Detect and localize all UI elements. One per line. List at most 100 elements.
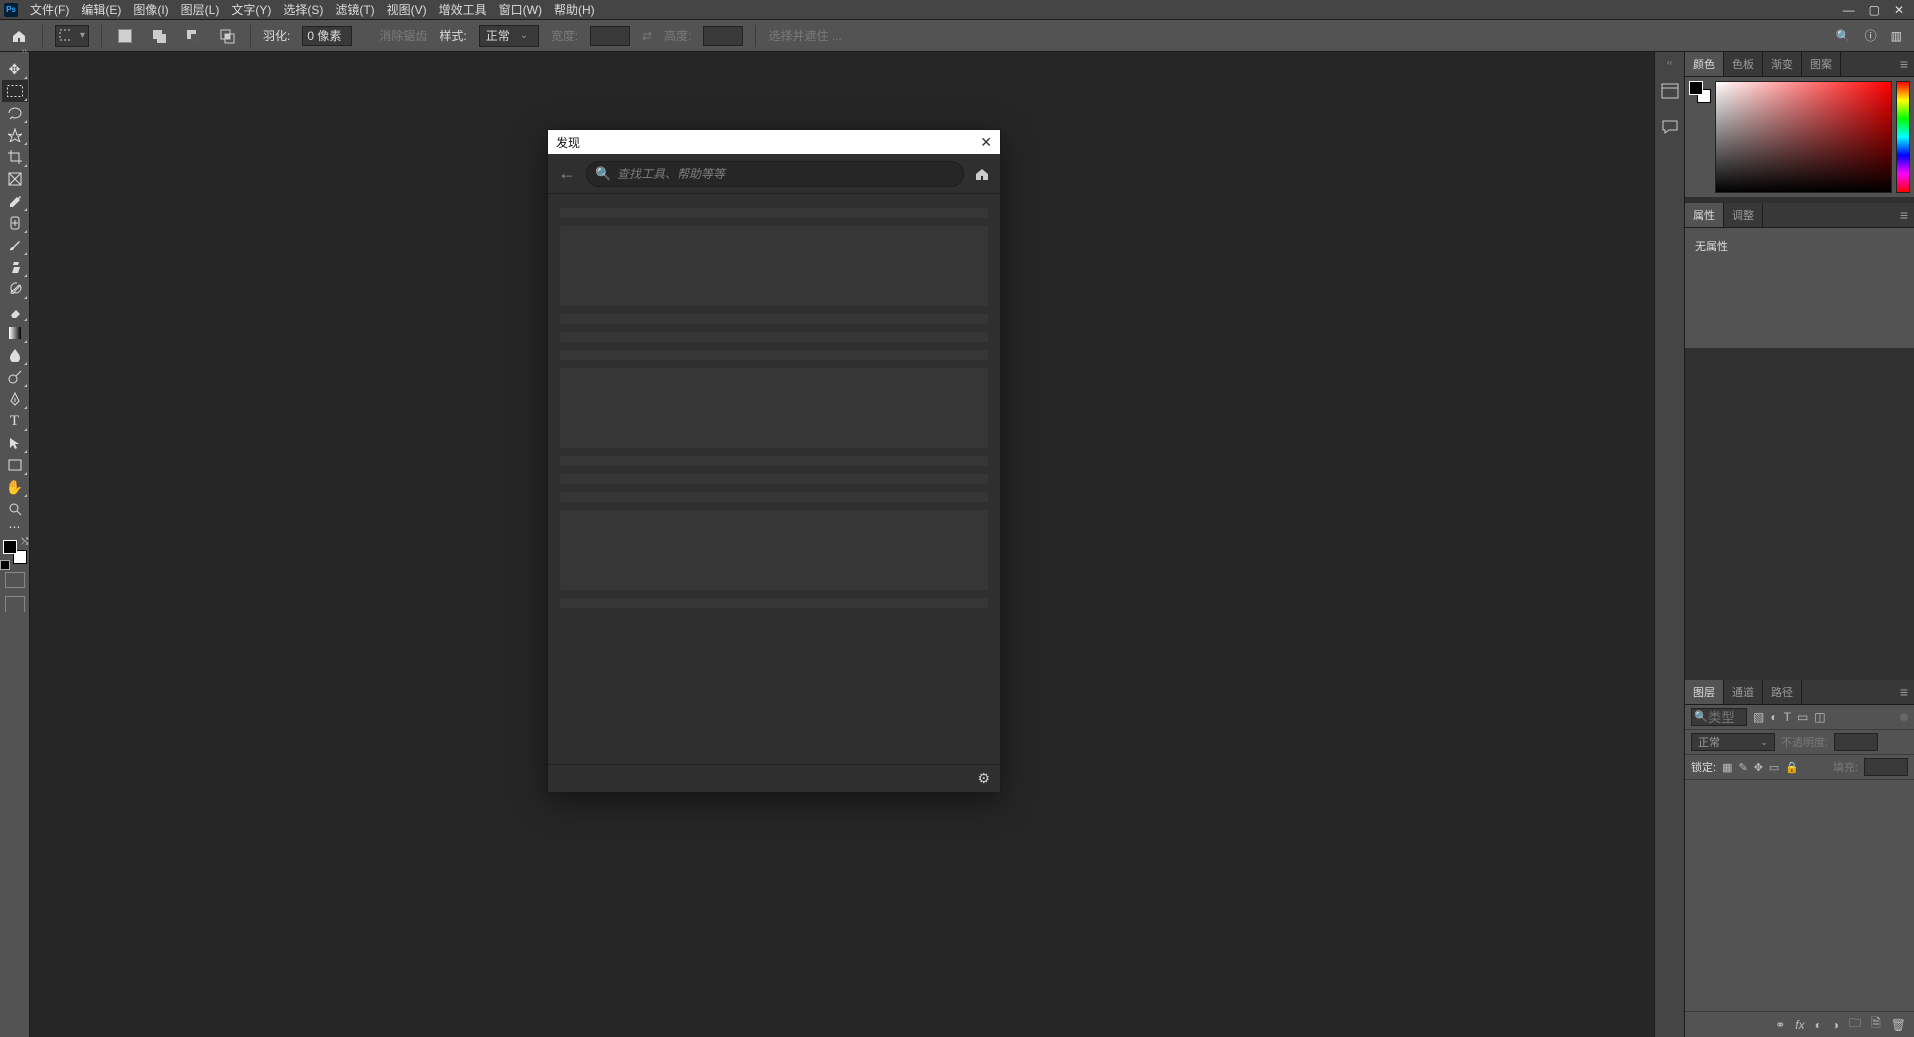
intersect-selection-button[interactable] [216, 25, 238, 47]
current-tool-dropdown[interactable]: ▾ [55, 25, 89, 47]
help-icon[interactable]: ⓘ [1865, 27, 1877, 44]
tab-layers[interactable]: 图层 [1685, 680, 1724, 704]
tool-rect[interactable] [2, 454, 28, 476]
tab-gradients[interactable]: 渐变 [1763, 52, 1802, 76]
panel-menu-icon[interactable]: ≡ [1894, 684, 1914, 700]
lock-position-icon[interactable]: ✥ [1754, 761, 1763, 774]
menu-edit[interactable]: 编辑(E) [75, 0, 127, 20]
rail-comments-icon[interactable] [1658, 115, 1682, 139]
menu-help[interactable]: 帮助(H) [548, 0, 601, 20]
tool-rect-marquee[interactable] [2, 80, 28, 102]
menu-plugins[interactable]: 增效工具 [433, 0, 493, 20]
search-icon[interactable]: 🔍 [1836, 29, 1851, 43]
tool-zoom[interactable] [2, 498, 28, 520]
tab-patterns[interactable]: 图案 [1802, 52, 1841, 76]
tool-path-select[interactable] [2, 432, 28, 454]
menu-filter[interactable]: 滤镜(T) [329, 0, 380, 20]
filter-toggle[interactable] [1900, 713, 1908, 721]
tool-healing[interactable] [2, 212, 28, 234]
tool-eyedropper[interactable] [2, 190, 28, 212]
menu-image[interactable]: 图像(I) [127, 0, 174, 20]
window-close-icon[interactable]: ✕ [1894, 3, 1904, 17]
add-selection-button[interactable] [148, 25, 170, 47]
menu-file[interactable]: 文件(F) [24, 0, 75, 20]
style-dropdown[interactable]: 正常⌄ [479, 25, 539, 47]
new-adjustment-icon[interactable]: ◑ [1832, 1018, 1839, 1032]
lock-pixels-icon[interactable]: ✎ [1738, 761, 1747, 774]
color-panel-swatches[interactable] [1689, 81, 1711, 103]
tab-properties[interactable]: 属性 [1685, 203, 1724, 227]
hue-slider[interactable] [1896, 81, 1910, 193]
blend-mode-dropdown[interactable]: 正常⌄ [1691, 733, 1775, 751]
link-layers-icon[interactable]: ⚭ [1775, 1018, 1785, 1032]
menu-select[interactable]: 选择(S) [277, 0, 329, 20]
panel-menu-icon[interactable]: ≡ [1894, 207, 1914, 223]
tool-gradient[interactable] [2, 322, 28, 344]
new-layer-icon[interactable]: 🗎 [1871, 1014, 1881, 1035]
tool-type[interactable]: T [2, 410, 28, 432]
fill-input[interactable] [1864, 758, 1908, 776]
quick-mask-button[interactable] [5, 572, 25, 588]
panel-menu-icon[interactable]: ≡ [1894, 56, 1914, 72]
close-icon[interactable]: ✕ [980, 134, 992, 151]
tab-color[interactable]: 颜色 [1685, 52, 1724, 76]
window-minimize-icon[interactable]: — [1843, 3, 1855, 17]
delete-layer-icon[interactable]: 🗑 [1891, 1018, 1906, 1032]
discover-home-icon[interactable] [974, 166, 990, 182]
tool-clone[interactable] [2, 256, 28, 278]
new-group-icon[interactable]: 🗀 [1849, 1014, 1861, 1035]
lock-transparent-icon[interactable]: ▦ [1722, 761, 1732, 774]
tool-frame[interactable] [2, 168, 28, 190]
filter-type-icon[interactable]: T [1784, 710, 1791, 724]
tab-adjustments[interactable]: 调整 [1724, 203, 1763, 227]
back-icon[interactable]: ← [558, 163, 576, 184]
collapse-chevrons-icon[interactable]: ‹‹ [1667, 58, 1672, 67]
color-field[interactable] [1715, 81, 1892, 193]
discover-title-bar[interactable]: 发现 ✕ [548, 130, 1000, 154]
antialias-checkbox[interactable]: 消除锯齿 [364, 27, 427, 44]
menu-view[interactable]: 视图(V) [381, 0, 433, 20]
fg-swatch[interactable] [1689, 81, 1703, 95]
color-swatches[interactable]: ⤭ [3, 540, 27, 564]
tool-hand[interactable]: ✋ [2, 476, 28, 498]
tool-eraser[interactable] [2, 300, 28, 322]
tab-swatches[interactable]: 色板 [1724, 52, 1763, 76]
menu-type[interactable]: 文字(Y) [225, 0, 277, 20]
filter-pixel-icon[interactable]: ▧ [1753, 710, 1764, 724]
filter-shape-icon[interactable]: ▭ [1797, 710, 1808, 724]
menu-layer[interactable]: 图层(L) [175, 0, 226, 20]
workspace-switcher-icon[interactable]: ▥ [1891, 29, 1902, 43]
filter-smart-icon[interactable]: ◫ [1814, 710, 1825, 724]
tool-move[interactable]: ✥ [2, 58, 28, 80]
gear-icon[interactable]: ⚙ [977, 770, 990, 787]
tool-history-brush[interactable] [2, 278, 28, 300]
tab-paths[interactable]: 路径 [1763, 680, 1802, 704]
rail-history-icon[interactable] [1658, 79, 1682, 103]
tool-brush[interactable] [2, 234, 28, 256]
collapse-chevrons-icon[interactable]: ›› [22, 46, 27, 55]
lock-artboard-icon[interactable]: ▭ [1769, 761, 1779, 774]
sub-selection-button[interactable] [182, 25, 204, 47]
tool-pen[interactable] [2, 388, 28, 410]
opacity-input[interactable] [1834, 733, 1878, 751]
window-maximize-icon[interactable]: ▢ [1869, 3, 1880, 17]
new-selection-button[interactable] [114, 25, 136, 47]
tab-channels[interactable]: 通道 [1724, 680, 1763, 704]
feather-input[interactable]: 0 像素 [302, 26, 352, 46]
tool-quick-select[interactable] [2, 124, 28, 146]
tool-dodge[interactable] [2, 366, 28, 388]
menu-window[interactable]: 窗口(W) [493, 0, 548, 20]
tool-more[interactable]: ⋯ [2, 520, 28, 534]
canvas[interactable]: 发现 ✕ ← 🔍 [30, 52, 1654, 1037]
tool-crop[interactable] [2, 146, 28, 168]
swatch-reset-icon[interactable] [0, 560, 10, 570]
discover-search-input[interactable] [586, 161, 964, 187]
add-mask-icon[interactable]: ◐ [1815, 1018, 1822, 1032]
screen-mode-button[interactable] [5, 596, 25, 612]
foreground-color-swatch[interactable] [3, 540, 17, 554]
swatch-swap-icon[interactable]: ⤭ [21, 536, 28, 547]
lock-all-icon[interactable]: 🔒 [1785, 761, 1799, 774]
tool-lasso[interactable] [2, 102, 28, 124]
filter-adjust-icon[interactable]: ◐ [1770, 710, 1777, 724]
home-button[interactable] [8, 25, 30, 47]
